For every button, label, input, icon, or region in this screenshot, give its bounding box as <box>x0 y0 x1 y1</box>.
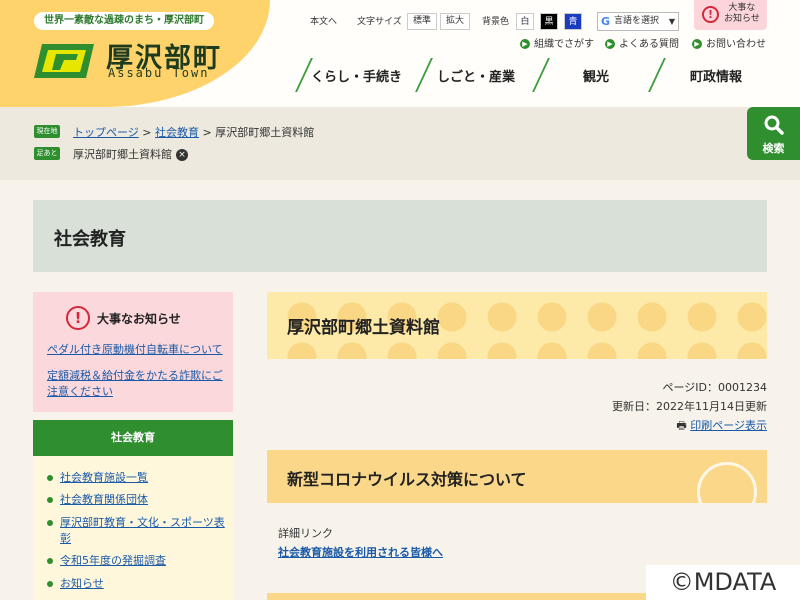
close-icon[interactable]: × <box>176 149 188 161</box>
history-tag: 足あと <box>34 147 60 160</box>
side-nav-item[interactable]: 厚沢部町教育・文化・スポーツ表彰 <box>47 515 225 547</box>
side-nav-item[interactable]: 社会教育施設一覧 <box>47 470 225 486</box>
quick-link-label: 組織でさがす <box>534 39 594 50</box>
breadcrumb-current: 厚沢部町郷土資料館 <box>215 126 315 139</box>
notice-title: 大事なお知らせ <box>97 312 181 326</box>
town-logo-icon[interactable] <box>34 40 96 82</box>
page-title-box: 厚沢部町郷土資料館 <box>267 292 767 359</box>
side-nav-item[interactable]: お知らせ <box>47 576 225 592</box>
notice-link-bicycle[interactable]: ペダル付き原動機付自転車について <box>47 342 227 358</box>
breadcrumb-link-social-education[interactable]: 社会教育 <box>155 126 199 139</box>
quick-link-organization[interactable]: ▶ 組織でさがす <box>520 38 594 52</box>
nav-divider <box>415 58 433 92</box>
side-nav: 社会教育施設一覧 社会教育関係団体 厚沢部町教育・文化・スポーツ表彰 令和5年度… <box>33 456 233 600</box>
important-notice-box: ! 大事なお知らせ ペダル付き原動機付自転車について 定額減税＆給付金をかたる詐… <box>33 292 233 412</box>
section-title: 社会教育 <box>54 229 126 250</box>
alert-label-line2: お知らせ <box>724 14 760 24</box>
alert-icon: ! <box>702 6 719 23</box>
detail-link-label: 詳細リンク <box>278 527 333 540</box>
bg-color-label: 背景色 <box>482 17 510 27</box>
quick-link-label: よくある質問 <box>619 39 679 50</box>
side-nav-heading[interactable]: 社会教育 <box>33 420 233 456</box>
nav-divider <box>648 58 666 92</box>
arrow-right-icon: ▶ <box>692 39 702 49</box>
section-header: 社会教育 <box>33 200 767 272</box>
history-item[interactable]: 厚沢部町郷土資料館 <box>73 148 172 161</box>
nav-item-living[interactable]: くらし・手続き <box>311 66 402 85</box>
font-size-label: 文字サイズ <box>357 17 402 27</box>
page-id: ページID：0001234 <box>662 381 767 394</box>
bg-blue-button[interactable]: 青 <box>564 13 582 30</box>
alert-label-line1: 大事な <box>728 3 756 13</box>
updated-date: 更新日：2022年11月14日更新 <box>612 400 767 413</box>
town-roman-name: Assabu Town <box>108 66 210 80</box>
search-icon <box>764 115 784 135</box>
important-notice-button[interactable]: ! 大事な お知らせ <box>694 0 767 30</box>
corona-heading-box: 新型コロナウイルス対策について <box>267 450 767 503</box>
side-nav-item[interactable]: 社会教育関係団体 <box>47 492 225 508</box>
nav-divider <box>532 58 550 92</box>
skip-to-content-link[interactable]: 本文へ <box>310 13 337 31</box>
side-nav-item[interactable]: 令和5年度の発掘調査 <box>47 553 225 569</box>
arrow-right-icon: ▶ <box>520 39 530 49</box>
site-tagline: 世界一素敵な過疎のまち・厚沢部町 <box>34 12 214 30</box>
quick-link-contact[interactable]: ▶ お問い合わせ <box>692 38 766 52</box>
quick-link-label: お問い合わせ <box>706 39 766 50</box>
history-trail: 厚沢部町郷土資料館 × <box>73 146 188 162</box>
printer-icon: 🖶 <box>676 419 687 432</box>
nav-item-government[interactable]: 町政情報 <box>690 66 742 85</box>
decorative-swirl <box>697 462 757 503</box>
breadcrumb: トップページ > 社会教育 > 厚沢部町郷土資料館 <box>73 124 314 140</box>
corona-heading: 新型コロナウイルス対策について <box>287 470 527 489</box>
detail-link[interactable]: 社会教育施設を利用される皆様へ <box>278 544 443 560</box>
current-location-tag: 現在地 <box>34 125 60 138</box>
language-select[interactable]: G 言語を選択 ▼ <box>597 12 679 31</box>
print-link-label: 印刷ページ表示 <box>690 419 767 432</box>
language-select-label: 言語を選択 <box>614 16 660 26</box>
arrow-right-icon: ▶ <box>605 39 615 49</box>
search-button[interactable]: 検索 <box>747 107 800 160</box>
google-icon: G <box>601 15 611 28</box>
bg-black-button[interactable]: 黒 <box>540 13 558 30</box>
bg-white-button[interactable]: 白 <box>516 13 534 30</box>
site-header: 世界一素敵な過疎のまち・厚沢部町 厚沢部町 Assabu Town 本文へ 文字… <box>0 0 800 107</box>
font-standard-button[interactable]: 標準 <box>407 13 437 30</box>
breadcrumb-separator: > <box>202 126 212 139</box>
quick-link-faq[interactable]: ▶ よくある質問 <box>605 38 679 52</box>
nav-item-tourism[interactable]: 観光 <box>583 66 609 85</box>
breadcrumb-link-top[interactable]: トップページ <box>73 126 139 139</box>
chevron-down-icon: ▼ <box>668 17 675 26</box>
nav-item-work[interactable]: しごと・産業 <box>437 66 515 85</box>
search-button-label: 検索 <box>762 142 785 155</box>
notice-link-fraud[interactable]: 定額減税＆給付金をかたる詐欺にご注意ください <box>47 368 227 400</box>
page-title: 厚沢部町郷土資料館 <box>287 318 440 338</box>
breadcrumb-band <box>0 107 800 180</box>
print-link[interactable]: 🖶 印刷ページ表示 <box>676 417 767 436</box>
watermark: ©MDATA <box>646 565 800 600</box>
alert-icon: ! <box>66 306 90 330</box>
breadcrumb-separator: > <box>142 126 152 139</box>
font-large-button[interactable]: 拡大 <box>440 13 470 30</box>
